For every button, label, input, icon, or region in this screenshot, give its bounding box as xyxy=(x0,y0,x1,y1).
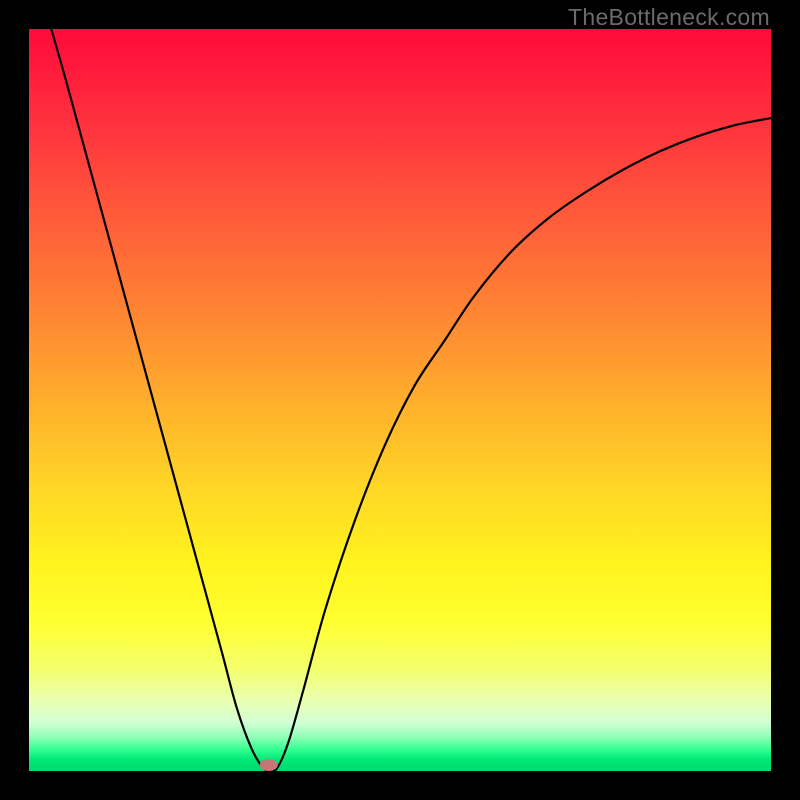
chart-svg xyxy=(29,29,771,771)
chart-frame xyxy=(29,29,771,771)
chart-background xyxy=(29,29,771,771)
minimum-marker xyxy=(260,759,278,771)
watermark-text: TheBottleneck.com xyxy=(568,4,770,31)
